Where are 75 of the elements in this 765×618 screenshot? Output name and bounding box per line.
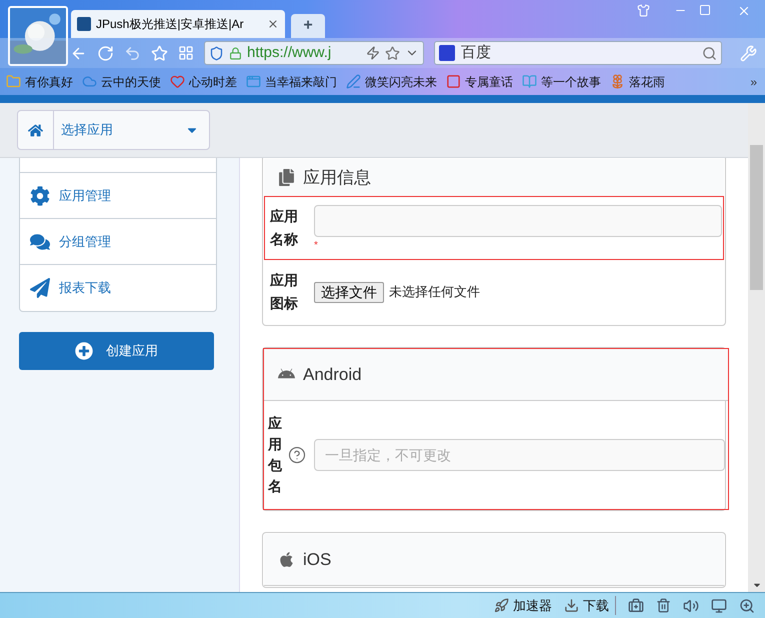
accelerator-label[interactable]: 加速器 xyxy=(513,596,552,616)
file-status: 未选择任何文件 xyxy=(389,283,480,302)
maximize-icon[interactable] xyxy=(699,4,711,16)
field-label: 包 xyxy=(268,456,283,475)
star-icon[interactable] xyxy=(385,46,400,60)
search-bar[interactable]: 百度 xyxy=(434,41,722,65)
monitor-icon[interactable] xyxy=(711,598,727,614)
book-icon xyxy=(522,74,537,89)
gear-icon xyxy=(30,186,50,206)
bookmark[interactable]: 当幸福来敲门 xyxy=(246,72,337,90)
text-field[interactable]: 一旦指定，不可更改 xyxy=(314,439,725,471)
card-title: iOS xyxy=(303,548,332,571)
flower-icon xyxy=(610,74,625,89)
tab-favicon-icon xyxy=(77,17,91,31)
window-icon xyxy=(246,74,261,89)
address-text: https://www.j xyxy=(247,42,332,63)
download-icon[interactable] xyxy=(564,598,579,613)
trash-icon[interactable] xyxy=(656,598,671,613)
volume-icon[interactable] xyxy=(683,598,699,614)
app-selector[interactable]: 选择应用 xyxy=(17,110,210,150)
pen-icon xyxy=(346,74,361,89)
search-icon[interactable] xyxy=(702,46,717,60)
sidebar-item[interactable]: 应用管理 xyxy=(20,173,216,219)
folder-icon xyxy=(6,74,21,89)
text-field[interactable] xyxy=(314,205,722,237)
scrollbar-thumb[interactable] xyxy=(750,145,763,290)
required-mark: * xyxy=(314,241,318,251)
tab-title: JPush极光推送|安卓推送|Ar xyxy=(96,16,245,33)
medical-kit-icon[interactable] xyxy=(628,598,644,614)
field-label: 应用 xyxy=(270,271,299,290)
bookmark[interactable]: 落花雨 xyxy=(610,72,665,90)
apple-icon xyxy=(278,551,295,568)
browser-tab[interactable]: JPush极光推送|安卓推送|Ar xyxy=(71,10,285,38)
download-label[interactable]: 下载 xyxy=(583,596,609,616)
bookmark[interactable]: 微笑闪亮未来 xyxy=(346,72,437,90)
field-label: 用 xyxy=(268,435,283,454)
field-label: 图标 xyxy=(270,294,299,313)
more-bookmarks[interactable]: » xyxy=(750,72,757,90)
reload-icon[interactable] xyxy=(97,44,114,62)
scrollbar[interactable] xyxy=(748,103,765,592)
chat-icon xyxy=(30,232,50,252)
search-engine: 百度 xyxy=(461,42,492,63)
create-app-button[interactable]: 创建应用 xyxy=(19,332,214,370)
plus-icon xyxy=(75,342,93,360)
field-label: 应用 xyxy=(270,207,299,226)
skin-icon[interactable] xyxy=(637,4,650,17)
address-bar[interactable]: https://www.j xyxy=(204,41,424,65)
sidebar-item[interactable]: 报表下载 xyxy=(20,265,216,311)
grid-icon[interactable] xyxy=(178,45,194,61)
bookmark[interactable]: 等一个故事 xyxy=(522,72,601,90)
zoom-icon[interactable] xyxy=(739,598,755,614)
field-label: 名 xyxy=(268,477,283,496)
bookmark[interactable]: 云中的天使 xyxy=(82,72,161,90)
paper-plane-icon xyxy=(30,278,50,298)
field-label: 应 xyxy=(268,414,283,433)
shield-icon xyxy=(209,46,224,60)
bookmark[interactable]: 有你真好 xyxy=(6,72,73,90)
bookmark[interactable]: 专属童话 xyxy=(446,72,513,90)
rocket-icon[interactable] xyxy=(494,598,509,613)
sidebar-item[interactable]: 分组管理 xyxy=(20,219,216,265)
card-title: Android xyxy=(303,364,362,386)
square-icon xyxy=(446,74,461,89)
close-icon[interactable] xyxy=(267,18,279,30)
new-tab-button[interactable]: + xyxy=(291,14,325,38)
card-title: 应用信息 xyxy=(303,166,371,189)
bookmark[interactable]: 心动时差 xyxy=(170,72,237,90)
choose-file-button[interactable]: 选择文件 xyxy=(314,282,384,302)
cloud-icon xyxy=(82,74,97,89)
heart-icon xyxy=(170,74,185,89)
field-label: 名称 xyxy=(270,230,299,249)
help-icon[interactable] xyxy=(288,446,306,464)
home-icon xyxy=(28,122,43,138)
documents-icon xyxy=(278,169,295,186)
lightning-icon xyxy=(366,46,380,60)
lock-icon xyxy=(229,46,242,60)
